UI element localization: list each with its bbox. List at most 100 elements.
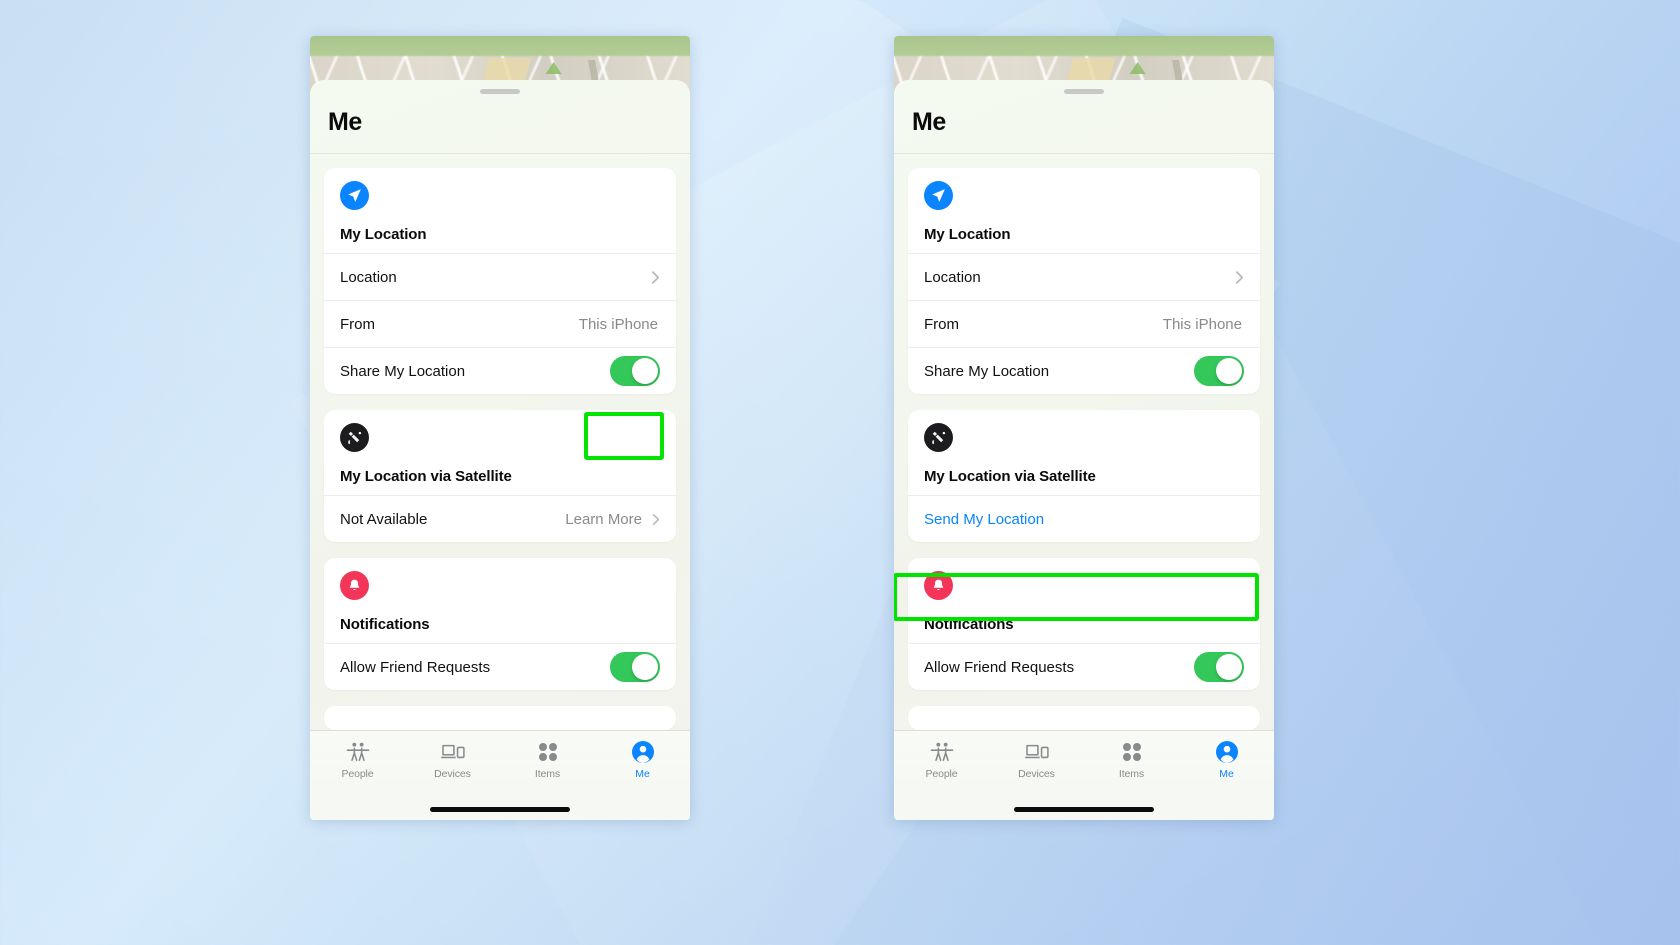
card-location-via-satellite: My Location via Satellite Not Available … [324, 410, 676, 542]
card-header: Notifications [908, 558, 1260, 643]
tab-label: Me [635, 768, 650, 780]
sidebar-item-items[interactable]: Items [500, 739, 595, 780]
chevron-right-icon [1235, 270, 1244, 285]
tab-label: Items [534, 768, 561, 780]
row-label: Share My Location [340, 362, 466, 380]
row-label: From [340, 315, 375, 333]
toggle-knob [632, 654, 658, 680]
home-indicator-area [894, 798, 1274, 820]
toggle-knob [632, 358, 658, 384]
card-title: Notifications [924, 616, 1014, 633]
bell-icon [340, 571, 369, 600]
page-title: Me [912, 108, 946, 136]
tab-bar: People Devices Items Me [310, 730, 690, 798]
card-notifications: Notifications Allow Friend Requests [324, 558, 676, 690]
tab-bar: People Devices Items Me [894, 730, 1274, 798]
row-allow-friend-requests[interactable]: Allow Friend Requests [908, 643, 1260, 690]
row-from: From This iPhone [908, 300, 1260, 347]
map-park-shape [545, 62, 562, 74]
card-title: My Location via Satellite [924, 468, 1096, 485]
send-my-location-link[interactable]: Send My Location [924, 511, 1044, 528]
learn-more-value[interactable]: Learn More [565, 511, 642, 528]
sheet-body[interactable]: My Location Location From This iPhone Sh… [894, 154, 1274, 730]
card-title: Notifications [340, 616, 430, 633]
allow-friend-requests-toggle[interactable] [1194, 652, 1244, 682]
sidebar-item-me[interactable]: Me [595, 739, 690, 780]
phone-screenshot-right: Me My Location Location From This iPhone… [894, 36, 1274, 820]
row-location[interactable]: Location [324, 253, 676, 300]
row-value: This iPhone [1162, 315, 1242, 333]
page-title: Me [328, 108, 362, 136]
person-circle-icon [1215, 739, 1239, 764]
row-label: Location [924, 268, 981, 286]
allow-friend-requests-toggle[interactable] [610, 652, 660, 682]
sidebar-item-me[interactable]: Me [1179, 739, 1274, 780]
row-allow-friend-requests[interactable]: Allow Friend Requests [324, 643, 676, 690]
chevron-right-icon [652, 513, 660, 526]
bell-icon [924, 571, 953, 600]
sidebar-item-devices[interactable]: Devices [989, 739, 1084, 780]
row-label: Location [340, 268, 397, 286]
row-label: Allow Friend Requests [340, 658, 491, 676]
me-sheet-right: Me My Location Location From This iPhone… [894, 80, 1274, 820]
card-title: My Location [924, 226, 1011, 243]
card-my-location: My Location Location From This iPhone Sh… [908, 168, 1260, 394]
card-my-location: My Location Location From This iPhone Sh… [324, 168, 676, 394]
card-header: My Location via Satellite [324, 410, 676, 495]
home-indicator-area [310, 798, 690, 820]
items-icon [537, 739, 559, 764]
row-value: This iPhone [578, 315, 658, 333]
card-header: My Location [324, 168, 676, 253]
navigate-icon [924, 181, 953, 210]
card-notifications: Notifications Allow Friend Requests [908, 558, 1260, 690]
row-share-my-location[interactable]: Share My Location [908, 347, 1260, 394]
home-indicator-bar[interactable] [1014, 806, 1154, 812]
row-label: Not Available [340, 510, 428, 528]
items-icon [1121, 739, 1143, 764]
card-partial-next [908, 706, 1260, 730]
people-icon [346, 739, 370, 764]
card-header: My Location [908, 168, 1260, 253]
row-not-available[interactable]: Not Available Learn More [324, 495, 676, 542]
share-my-location-toggle[interactable] [1194, 356, 1244, 386]
tab-label: People [925, 768, 958, 780]
row-label: Share My Location [924, 362, 1050, 380]
tab-label: Devices [434, 768, 471, 780]
card-header: My Location via Satellite [908, 410, 1260, 495]
satellite-icon [924, 423, 953, 452]
sidebar-item-people[interactable]: People [310, 739, 405, 780]
row-location[interactable]: Location [908, 253, 1260, 300]
card-header: Notifications [324, 558, 676, 643]
devices-icon [1024, 739, 1050, 764]
sheet-header: Me [894, 94, 1274, 154]
tab-label: Items [1118, 768, 1145, 780]
home-indicator-bar[interactable] [430, 806, 570, 812]
row-send-my-location[interactable]: Send My Location [908, 495, 1260, 542]
chevron-right-icon [651, 270, 660, 285]
satellite-icon [340, 423, 369, 452]
share-my-location-toggle[interactable] [610, 356, 660, 386]
toggle-knob [1216, 654, 1242, 680]
row-share-my-location[interactable]: Share My Location [324, 347, 676, 394]
sheet-header: Me [310, 94, 690, 154]
card-location-via-satellite: My Location via Satellite Send My Locati… [908, 410, 1260, 542]
row-label: From [924, 315, 959, 333]
phone-screenshot-left: Me My Location Location From This iPhone… [310, 36, 690, 820]
tab-label: Me [1219, 768, 1234, 780]
card-partial-next [324, 706, 676, 730]
me-sheet-left: Me My Location Location From This iPhone… [310, 80, 690, 820]
navigate-icon [340, 181, 369, 210]
people-icon [930, 739, 954, 764]
tab-label: People [341, 768, 374, 780]
card-title: My Location [340, 226, 427, 243]
sidebar-item-items[interactable]: Items [1084, 739, 1179, 780]
sheet-body[interactable]: My Location Location From This iPhone Sh… [310, 154, 690, 730]
devices-icon [440, 739, 466, 764]
sidebar-item-devices[interactable]: Devices [405, 739, 500, 780]
row-label: Allow Friend Requests [924, 658, 1075, 676]
person-circle-icon [631, 739, 655, 764]
row-from: From This iPhone [324, 300, 676, 347]
sidebar-item-people[interactable]: People [894, 739, 989, 780]
card-title: My Location via Satellite [340, 468, 512, 485]
map-park-shape [1129, 62, 1146, 74]
